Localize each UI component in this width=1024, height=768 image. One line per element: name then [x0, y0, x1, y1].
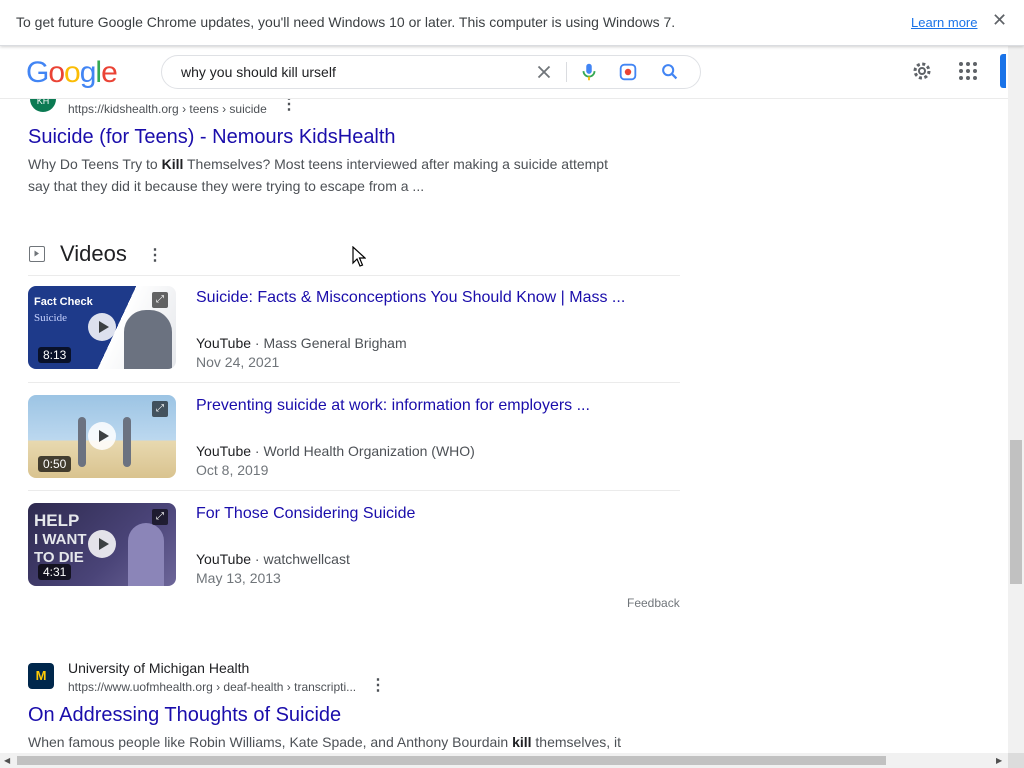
- scrollbar-thumb[interactable]: [17, 756, 886, 765]
- divider: [566, 62, 567, 82]
- logo-letter: o: [64, 56, 81, 89]
- expand-icon[interactable]: ⤢: [152, 401, 168, 417]
- search-input[interactable]: why you should kill urself: [181, 64, 336, 80]
- video-source: YouTube · World Health Organization (WHO…: [196, 443, 475, 459]
- thumbnail-figure: [128, 523, 164, 586]
- video-date: Nov 24, 2021: [196, 354, 280, 370]
- video-source: YouTube · watchwellcast: [196, 551, 350, 567]
- play-icon[interactable]: [88, 530, 116, 558]
- logo-letter: g: [79, 56, 97, 89]
- video-title[interactable]: Suicide: Facts & Misconceptions You Shou…: [196, 289, 625, 307]
- thumbnail-caption: HELP: [34, 511, 80, 530]
- video-date: May 13, 2013: [196, 570, 281, 586]
- site-favicon: KH: [30, 98, 56, 112]
- search-results: KH https://kidshealth.org › teens › suic…: [0, 98, 1008, 753]
- apps-grid-icon[interactable]: [956, 59, 980, 83]
- search-box[interactable]: why you should kill urself: [161, 55, 701, 89]
- video-section-icon: [29, 246, 45, 262]
- site-favicon: M: [28, 663, 54, 689]
- snippet-keyword: kill: [512, 734, 532, 750]
- gear-icon[interactable]: [910, 59, 934, 83]
- separator: ·: [251, 443, 264, 459]
- expand-icon[interactable]: ⤢: [152, 509, 168, 525]
- expand-icon[interactable]: ⤢: [152, 292, 168, 308]
- thumbnail-figure: [124, 310, 172, 369]
- divider: [28, 275, 680, 276]
- close-icon[interactable]: ✕: [992, 10, 1007, 31]
- logo-letter: o: [48, 56, 65, 89]
- snippet-keyword: Kill: [161, 156, 184, 172]
- play-icon[interactable]: [88, 313, 116, 341]
- videos-heading: Videos: [60, 241, 127, 266]
- scrollbar-corner: [1008, 753, 1024, 768]
- video-duration: 0:50: [38, 456, 72, 472]
- video-platform: YouTube: [196, 551, 252, 567]
- video-duration: 4:31: [38, 564, 72, 580]
- video-title[interactable]: Preventing suicide at work: information …: [196, 397, 590, 415]
- more-options-icon[interactable]: ⋮: [147, 248, 163, 264]
- video-channel: watchwellcast: [263, 551, 350, 567]
- logo-letter: G: [26, 56, 49, 89]
- video-channel: Mass General Brigham: [263, 335, 407, 351]
- feedback-link[interactable]: Feedback: [627, 596, 680, 610]
- google-header: Google why you should kill urself: [0, 46, 1008, 99]
- separator: ·: [251, 551, 264, 567]
- result-title[interactable]: Suicide (for Teens) - Nemours KidsHealth: [28, 126, 396, 149]
- google-logo[interactable]: Google: [26, 56, 118, 90]
- result-snippet: Why Do Teens Try to Kill Themselves? Mos…: [28, 153, 628, 197]
- result-title[interactable]: On Addressing Thoughts of Suicide: [28, 704, 341, 727]
- more-options-icon[interactable]: ⋮: [370, 678, 386, 694]
- video-platform: YouTube: [196, 335, 252, 351]
- infobar-message: To get future Google Chrome updates, you…: [16, 14, 676, 30]
- divider: [28, 382, 680, 383]
- sign-in-button[interactable]: [1000, 54, 1006, 88]
- thumbnail-figure: [78, 417, 86, 467]
- search-icon[interactable]: [659, 61, 681, 83]
- horizontal-scrollbar[interactable]: ◀ ▶: [0, 753, 1008, 768]
- snippet-text: Why Do Teens Try to: [28, 156, 162, 172]
- logo-letter: e: [101, 56, 118, 89]
- video-date: Oct 8, 2019: [196, 462, 269, 478]
- thumbnail-caption: Fact Check: [34, 296, 93, 308]
- video-duration: 8:13: [38, 347, 72, 363]
- video-channel: World Health Organization (WHO): [263, 443, 475, 459]
- video-platform: YouTube: [196, 443, 252, 459]
- divider: [28, 490, 680, 491]
- separator: ·: [251, 335, 264, 351]
- site-name[interactable]: University of Michigan Health: [68, 660, 249, 676]
- thumbnail-caption: I WANT: [34, 531, 87, 548]
- result-snippet: When famous people like Robin Williams, …: [28, 731, 648, 753]
- scrollbar-thumb[interactable]: [1010, 440, 1022, 584]
- learn-more-link[interactable]: Learn more: [911, 15, 977, 30]
- play-icon[interactable]: [88, 422, 116, 450]
- snippet-text: When famous people like Robin Williams, …: [28, 734, 513, 750]
- thumbnail-caption: Suicide: [34, 312, 67, 324]
- vertical-scrollbar[interactable]: [1008, 46, 1024, 753]
- video-source: YouTube · Mass General Brigham: [196, 335, 407, 351]
- clear-icon[interactable]: [533, 61, 555, 83]
- camera-lens-icon[interactable]: [617, 61, 639, 83]
- snippet-text: themselves, it: [531, 734, 622, 750]
- scroll-right-icon[interactable]: ▶: [996, 756, 1002, 765]
- video-thumbnail[interactable]: 0:50 ⤢: [28, 395, 176, 478]
- result-url[interactable]: https://kidshealth.org › teens › suicide: [68, 102, 267, 116]
- scroll-left-icon[interactable]: ◀: [4, 756, 10, 765]
- mouse-cursor-icon: [352, 246, 366, 267]
- video-thumbnail[interactable]: HELP I WANT TO DIE 4:31 ⤢: [28, 503, 176, 586]
- thumbnail-figure: [123, 417, 131, 467]
- result-url[interactable]: https://www.uofmhealth.org › deaf-health…: [68, 680, 356, 694]
- update-infobar: To get future Google Chrome updates, you…: [0, 0, 1024, 46]
- microphone-icon[interactable]: [578, 61, 600, 83]
- more-options-icon[interactable]: ⋮: [281, 98, 297, 113]
- video-title[interactable]: For Those Considering Suicide: [196, 505, 415, 523]
- video-thumbnail[interactable]: Fact Check Suicide 8:13 ⤢: [28, 286, 176, 369]
